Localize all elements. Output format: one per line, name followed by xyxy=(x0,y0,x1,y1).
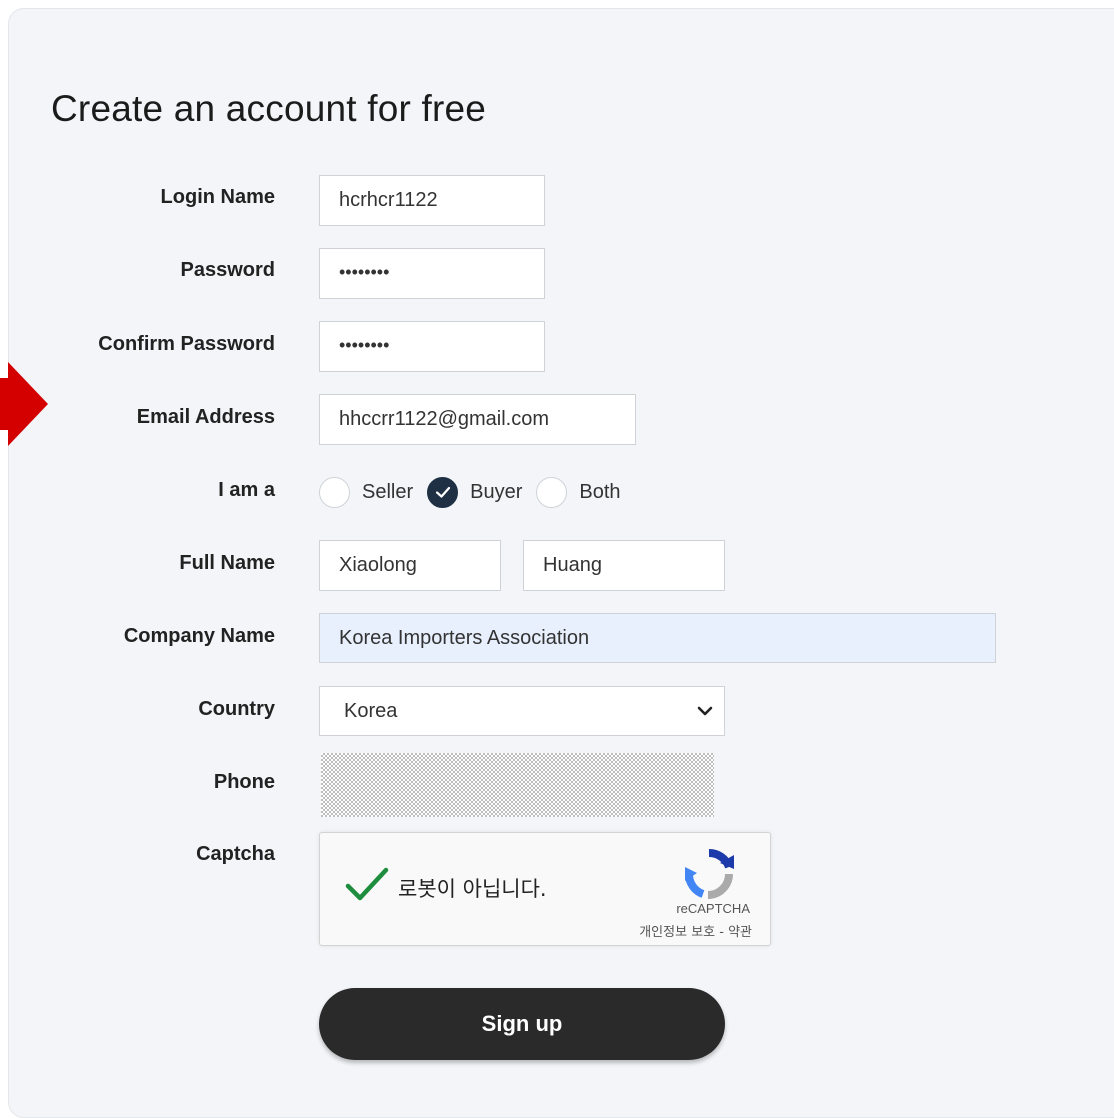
full-name-label: Full Name xyxy=(179,552,275,574)
company-name-label: Company Name xyxy=(123,625,275,647)
country-selected-value: Korea xyxy=(344,700,398,722)
captcha-label: Captcha xyxy=(196,843,275,865)
role-option-both[interactable]: Both xyxy=(536,476,621,508)
captcha-status-text: 로봇이 아닙니다. xyxy=(398,877,547,901)
password-label: Password xyxy=(180,259,275,281)
radio-unchecked-icon[interactable] xyxy=(319,476,350,508)
sign-up-button[interactable]: Sign up xyxy=(319,988,725,1060)
login-name-label: Login Name xyxy=(160,186,275,208)
role-label: I am a xyxy=(218,479,275,501)
confirm-password-label: Confirm Password xyxy=(98,333,275,355)
recaptcha-widget[interactable]: 로봇이 아닙니다. reCAPTCHA 개인정보 보호 - 약관 xyxy=(319,832,771,946)
password-input[interactable]: •••••••• xyxy=(319,248,545,299)
chevron-down-icon xyxy=(697,706,713,716)
pointer-arrow-icon xyxy=(0,362,48,446)
last-name-input[interactable]: Huang xyxy=(523,540,725,591)
captcha-check-icon[interactable] xyxy=(344,865,390,905)
recaptcha-brand-text: reCAPTCHA xyxy=(676,901,750,916)
company-name-input[interactable]: Korea Importers Association xyxy=(319,613,996,663)
recaptcha-privacy-terms-links[interactable]: 개인정보 보호 - 약관 xyxy=(639,921,752,940)
country-label: Country xyxy=(198,698,275,720)
role-option-label: Buyer xyxy=(470,480,523,503)
radio-unchecked-icon[interactable] xyxy=(536,476,568,508)
role-option-label: Both xyxy=(579,480,621,503)
page-title: Create an account for free xyxy=(51,88,487,129)
role-option-buyer[interactable]: Buyer xyxy=(427,476,523,508)
role-radio-group: Seller Buyer Both xyxy=(319,474,635,510)
country-select[interactable]: Korea xyxy=(319,686,725,736)
email-label: Email Address xyxy=(136,406,275,428)
confirm-password-input[interactable]: •••••••• xyxy=(319,321,545,372)
role-option-label: Seller xyxy=(362,480,414,503)
login-name-input[interactable]: hcrhcr1122 xyxy=(319,175,545,226)
email-input[interactable]: hhccrr1122@gmail.com xyxy=(319,394,636,445)
role-option-seller[interactable]: Seller xyxy=(319,476,414,508)
phone-label: Phone xyxy=(213,771,275,793)
checkmark-icon[interactable] xyxy=(427,476,459,508)
recaptcha-logo-icon xyxy=(684,848,734,899)
phone-input-redacted[interactable] xyxy=(321,753,714,817)
first-name-input[interactable]: Xiaolong xyxy=(319,540,501,591)
